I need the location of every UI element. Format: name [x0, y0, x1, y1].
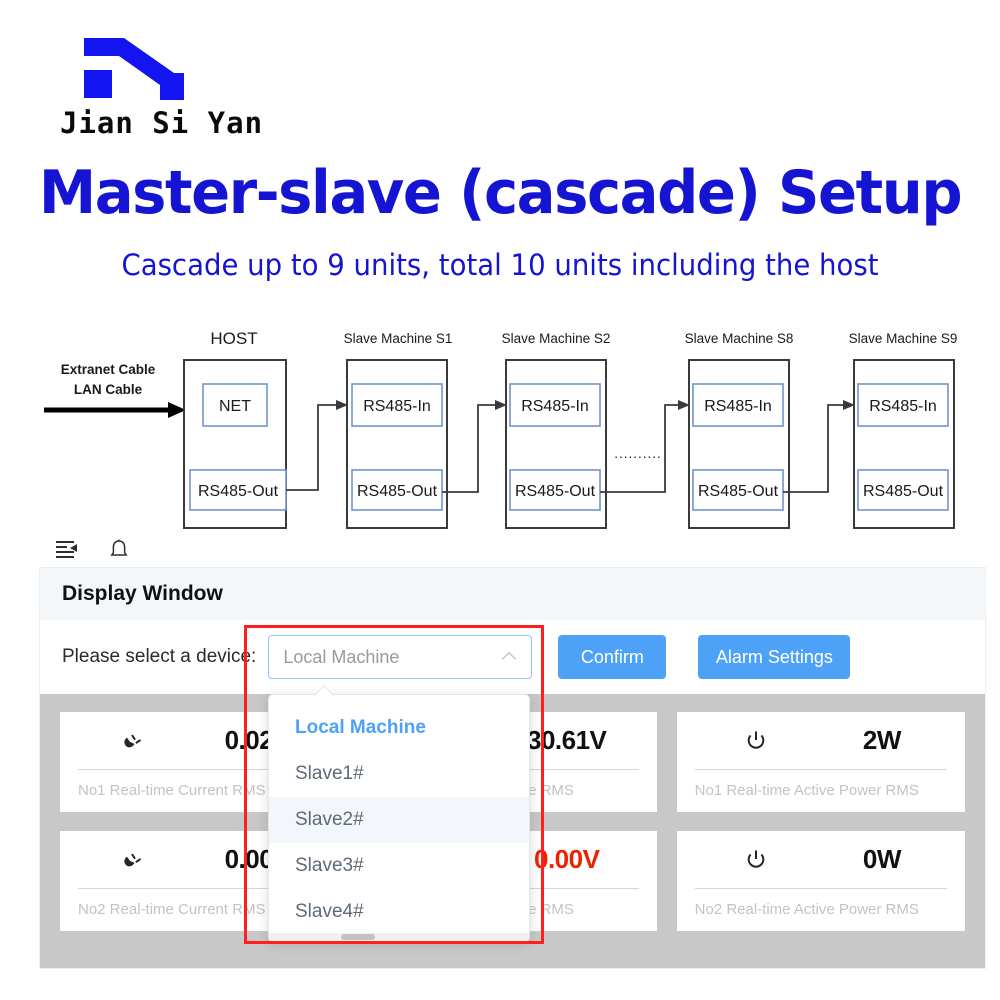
dropdown-option-slave1[interactable]: Slave1#	[269, 751, 529, 797]
metric-card-top: 2W	[694, 713, 947, 770]
diagram-port-s2-in: RS485-In	[521, 398, 589, 415]
diagram-ellipsis: ..........	[614, 446, 662, 461]
metric-value: 0.00V	[533, 844, 600, 874]
panel-header: Display Window	[40, 568, 985, 620]
dropdown-option-slave2[interactable]: Slave2#	[269, 797, 529, 843]
jiansiyan-slash-logo-icon	[84, 38, 184, 100]
diagram-node-title-s1: Slave Machine S1	[344, 331, 453, 346]
diagram-port-s8-out: RS485-Out	[698, 483, 779, 500]
diagram-node-title-s9: Slave Machine S9	[849, 331, 958, 346]
chevron-up-icon	[503, 650, 517, 664]
diagram-cable-label-line1: Extranet Cable	[61, 362, 156, 377]
diagram-port-host-net: NET	[219, 398, 251, 415]
metric-caption: No1 Real-time Active Power RMS	[694, 782, 919, 799]
bell-icon[interactable]	[107, 537, 131, 561]
diagram-node-title-s8: Slave Machine S8	[685, 331, 794, 346]
dropdown-scrollbar-thumb[interactable]	[341, 934, 375, 940]
diagram-node-title-s2: Slave Machine S2	[502, 331, 611, 346]
list-collapse-icon[interactable]	[55, 537, 79, 561]
page-title: Master-slave (cascade) Setup	[38, 158, 963, 228]
panel-title: Display Window	[62, 582, 223, 605]
device-dropdown-menu[interactable]: Local Machine Slave1# Slave2# Slave3# Sl…	[268, 685, 530, 942]
cascade-topology-diagram: HOST Slave Machine S1 Slave Machine S2 S…	[0, 318, 1000, 540]
device-select-value: Local Machine	[283, 646, 400, 667]
dropdown-scrollbar[interactable]	[269, 933, 529, 941]
app-toolbar	[0, 530, 1000, 568]
confirm-button[interactable]: Confirm	[558, 635, 667, 679]
device-select[interactable]: Local Machine	[268, 635, 533, 679]
diagram-port-s8-in: RS485-In	[704, 398, 772, 415]
dropdown-option-slave4[interactable]: Slave4#	[269, 889, 529, 935]
power-icon	[741, 845, 771, 875]
dropdown-option-local-machine[interactable]: Local Machine	[269, 705, 529, 751]
device-control-row: Please select a device: Local Machine Co…	[40, 620, 985, 694]
metric-caption: No2 Real-time Active Power RMS	[694, 901, 919, 918]
metric-value: 0W	[862, 844, 902, 874]
diagram-cable-label-line2: LAN Cable	[74, 382, 143, 397]
diagram-node-title-host: HOST	[210, 329, 257, 348]
metric-card-top: 0W	[694, 832, 947, 889]
diagram-port-s1-out: RS485-Out	[357, 483, 438, 500]
device-select-label: Please select a device:	[62, 646, 257, 667]
diagram-port-s9-in: RS485-In	[869, 398, 937, 415]
brand-name: Jian Si Yan	[60, 106, 264, 140]
alarm-settings-button[interactable]: Alarm Settings	[698, 635, 851, 679]
diagram-port-s2-out: RS485-Out	[515, 483, 596, 500]
metric-card: 2W No1 Real-time Active Power RMS	[676, 712, 965, 812]
page-subtitle: Cascade up to 9 units, total 10 units in…	[121, 248, 879, 282]
dropdown-option-slave3[interactable]: Slave3#	[269, 843, 529, 889]
plug-icon	[117, 845, 147, 875]
diagram-port-s9-out: RS485-Out	[863, 483, 944, 500]
plug-icon	[117, 726, 147, 756]
metric-card: 0W No2 Real-time Active Power RMS	[676, 831, 965, 931]
power-icon	[741, 726, 771, 756]
brand-logo: Jian Si Yan	[60, 28, 362, 143]
metric-value: 2W	[862, 725, 902, 755]
diagram-port-s1-in: RS485-In	[363, 398, 431, 415]
diagram-port-host-out: RS485-Out	[198, 483, 279, 500]
